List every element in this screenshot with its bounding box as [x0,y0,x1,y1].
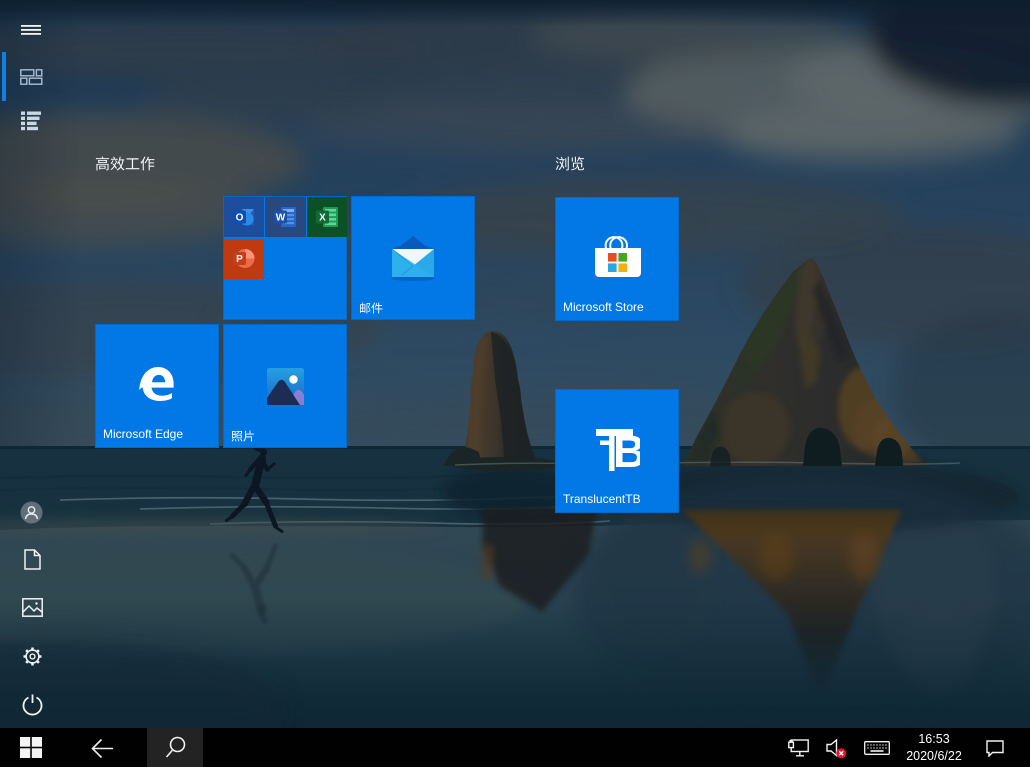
svg-text:X: X [319,212,326,223]
svg-text:W: W [276,212,286,223]
svg-text:O: O [235,212,243,223]
svg-text:P: P [236,254,243,265]
svg-text:B: B [613,427,640,471]
